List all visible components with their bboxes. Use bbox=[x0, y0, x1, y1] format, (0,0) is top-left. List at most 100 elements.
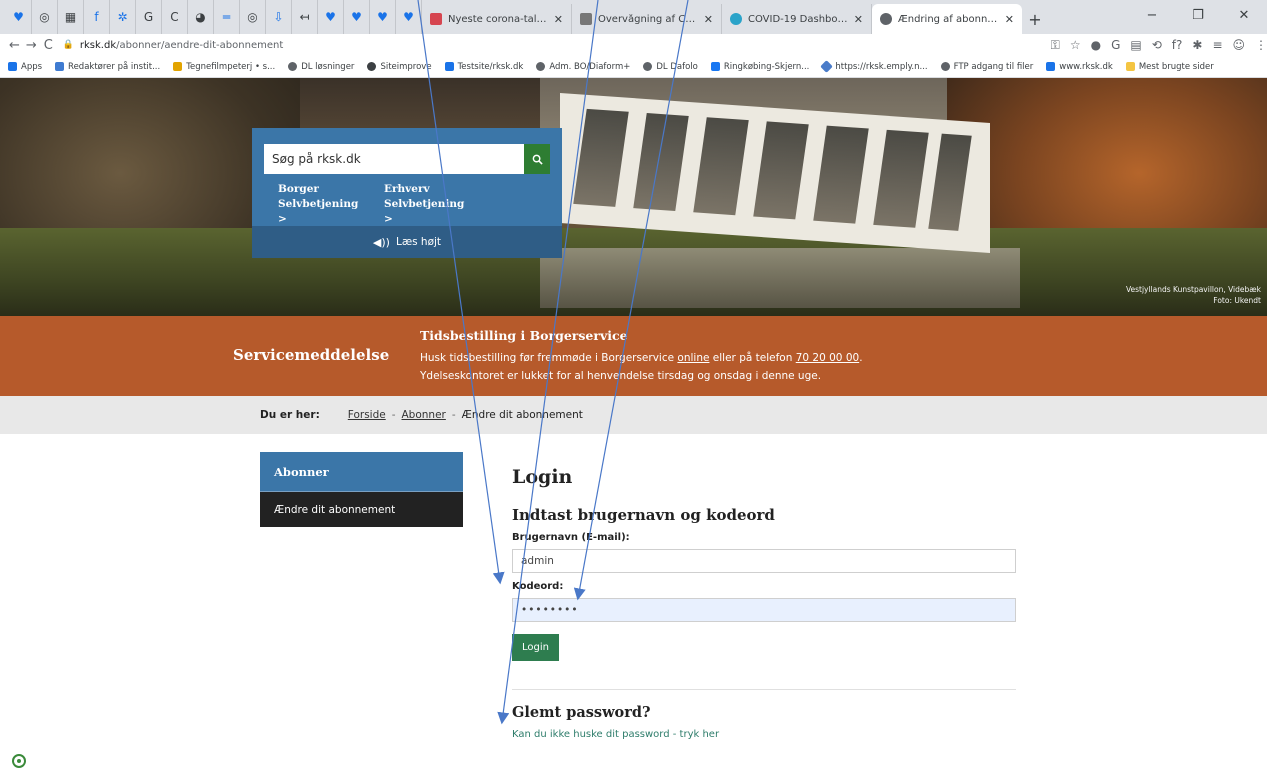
bookmarks-bar: Apps Redaktører på instit... Tegnefilmpe… bbox=[0, 56, 1267, 78]
bookmark-label: https://rksk.emply.n... bbox=[835, 61, 928, 72]
close-tab-icon[interactable]: ✕ bbox=[554, 13, 563, 26]
phone-link[interactable]: 70 20 00 00 bbox=[796, 352, 859, 364]
menu-dots-icon[interactable]: ⋮ bbox=[1255, 38, 1267, 53]
breadcrumb-forside[interactable]: Forside bbox=[348, 409, 386, 421]
bookmark-ftp[interactable]: FTP adgang til filer bbox=[940, 62, 1033, 72]
pinned-tab-facebook-icon[interactable]: f bbox=[84, 0, 110, 34]
bookmark-label: Redaktører på instit... bbox=[68, 61, 161, 72]
extension-arrow-icon[interactable]: ⟲ bbox=[1152, 38, 1162, 53]
close-tab-icon[interactable]: ✕ bbox=[704, 13, 713, 26]
bookmark-mest-brugte[interactable]: Mest brugte sider bbox=[1125, 62, 1214, 72]
extension-icons: ⚿ ☆ ● G ▤ ⟲ f? ✱ ≡ ☺ ⋮ bbox=[1051, 38, 1267, 53]
bookmark-redaktorer[interactable]: Redaktører på instit... bbox=[55, 62, 160, 72]
extension-f-icon[interactable]: f? bbox=[1172, 38, 1183, 53]
pinned-tab-globe2-icon[interactable]: ◎ bbox=[240, 0, 266, 34]
password-field[interactable]: •••••••• bbox=[512, 598, 1016, 622]
folder-icon bbox=[1125, 62, 1135, 71]
extension-doc-icon[interactable]: ▤ bbox=[1130, 38, 1141, 53]
minimize-icon[interactable]: − bbox=[1129, 0, 1175, 30]
pinned-tab-google-icon[interactable]: G bbox=[136, 0, 162, 34]
service-message: Servicemeddelelse Tidsbestilling i Borge… bbox=[0, 316, 1267, 396]
pinned-tab-star-icon[interactable]: ✲ bbox=[110, 0, 136, 34]
text: Husk tidsbestilling før fremmøde i Borge… bbox=[420, 352, 678, 364]
pinned-tab-rksk2-icon[interactable]: ♥ bbox=[318, 0, 344, 34]
search-button[interactable] bbox=[524, 144, 550, 174]
bookmark-dl-losninger[interactable]: DL løsninger bbox=[288, 62, 354, 72]
bookmark-icon bbox=[173, 62, 183, 71]
hero-banner: Vestjyllands Kunstpavillon, Videbæk Foto… bbox=[0, 78, 1267, 316]
forgot-password-link[interactable]: Kan du ikke huske dit password - tryk he… bbox=[512, 729, 1016, 740]
tab-favicon-icon bbox=[730, 13, 742, 25]
bookmark-apps[interactable]: Apps bbox=[8, 62, 42, 72]
tab-covid-monitoring[interactable]: Overvågning af COVID-19 ✕ bbox=[572, 4, 722, 34]
back-icon[interactable]: ← bbox=[6, 38, 23, 53]
breadcrumb-abonner[interactable]: Abonner bbox=[402, 409, 446, 421]
tab-corona-news[interactable]: Nyeste corona-tal: Så mange er : ✕ bbox=[422, 4, 572, 34]
pinned-tab-dash-icon[interactable]: ═ bbox=[214, 0, 240, 34]
pinned-tab-c-icon[interactable]: C bbox=[162, 0, 188, 34]
window-controls: − ❐ ✕ bbox=[1129, 0, 1267, 30]
pinned-tab-rksk4-icon[interactable]: ♥ bbox=[370, 0, 396, 34]
read-aloud-button[interactable]: ◀)) Læs højt bbox=[252, 226, 562, 258]
search-input[interactable] bbox=[264, 144, 524, 174]
tab-favicon-icon bbox=[430, 13, 442, 25]
bookmark-adm-bo[interactable]: Adm. BO/Diaform+ bbox=[536, 62, 630, 72]
bookmark-testsite[interactable]: Testsite/rksk.dk bbox=[444, 61, 524, 72]
login-button[interactable]: Login bbox=[512, 634, 559, 661]
sidebar-item-aendre-abonnement[interactable]: Ændre dit abonnement bbox=[260, 492, 463, 527]
bookmark-label: Apps bbox=[21, 61, 43, 72]
bookmark-emply[interactable]: https://rksk.emply.n... bbox=[820, 60, 928, 73]
service-message-line1: Husk tidsbestilling før fremmøde i Borge… bbox=[420, 352, 863, 364]
tab-rksk-subscription[interactable]: Ændring af abonnement på rksk ✕ bbox=[872, 4, 1022, 34]
pinned-tab-download-icon[interactable]: ⇩ bbox=[266, 0, 292, 34]
quick-link-sub: Selvbetjening > bbox=[278, 198, 359, 225]
key-icon[interactable]: ⚿ bbox=[1051, 38, 1060, 53]
bookmark-siteimprove[interactable]: Siteimprove bbox=[367, 61, 432, 72]
bookmark-label: DL Dafolo bbox=[656, 61, 698, 72]
breadcrumb: Du er her: Forside - Abonner - Ændre dit… bbox=[0, 396, 1267, 434]
tab-title: COVID-19 Dashboard bbox=[748, 13, 850, 25]
tab-favicon-icon bbox=[880, 13, 892, 25]
pinned-tab-calendar-icon[interactable]: ▦ bbox=[58, 0, 84, 34]
extension-dark-icon[interactable]: ● bbox=[1091, 38, 1101, 53]
bookmark-label: Ringkøbing-Skjern... bbox=[723, 61, 810, 72]
erhverv-selvbetjening-link[interactable]: Erhverv Selvbetjening > bbox=[370, 182, 476, 227]
online-link[interactable]: online bbox=[677, 352, 709, 364]
tab-covid-dashboard[interactable]: COVID-19 Dashboard ✕ bbox=[722, 4, 872, 34]
pinned-tab-rksk-icon[interactable]: ♥ bbox=[6, 0, 32, 34]
bookmark-ringkobing[interactable]: Ringkøbing-Skjern... bbox=[710, 61, 810, 72]
lock-icon: 🔒 bbox=[62, 40, 74, 50]
profile-avatar-icon[interactable]: ☺ bbox=[1233, 38, 1246, 53]
extensions-puzzle-icon[interactable]: ✱ bbox=[1192, 38, 1202, 53]
pinned-tab-rksk5-icon[interactable]: ♥ bbox=[396, 0, 422, 34]
address-bar[interactable]: 🔒 rksk.dk/abonner/aendre-dit-abonnement bbox=[63, 36, 1023, 54]
breadcrumb-current: Ændre dit abonnement bbox=[461, 409, 583, 421]
maximize-icon[interactable]: ❐ bbox=[1175, 0, 1221, 30]
close-tab-icon[interactable]: ✕ bbox=[854, 13, 863, 26]
bookmark-label: Testsite/rksk.dk bbox=[457, 61, 524, 72]
extension-g-icon[interactable]: G bbox=[1111, 38, 1120, 53]
bookmark-dl-dafolo[interactable]: DL Dafolo bbox=[643, 62, 698, 72]
username-label: Brugernavn (E-mail): bbox=[512, 532, 630, 543]
browser-tab-strip: ♥ ◎ ▦ f ✲ G C ◕ ═ ◎ ⇩ ↤ ♥ ♥ ♥ ♥ Nyeste c… bbox=[0, 0, 1267, 34]
close-tab-icon[interactable]: ✕ bbox=[1005, 13, 1014, 26]
bookmark-star-icon[interactable]: ☆ bbox=[1070, 38, 1081, 53]
reading-list-icon[interactable]: ≡ bbox=[1212, 38, 1222, 53]
pinned-tab-rksk3-icon[interactable]: ♥ bbox=[344, 0, 370, 34]
bookmark-www-rksk[interactable]: www.rksk.dk bbox=[1046, 62, 1113, 72]
reload-icon[interactable]: C bbox=[40, 38, 57, 53]
pinned-tab-globe-icon[interactable]: ◎ bbox=[32, 0, 58, 34]
forward-icon[interactable]: → bbox=[23, 38, 40, 53]
username-field[interactable]: admin bbox=[512, 549, 1016, 573]
sidebar-heading[interactable]: Abonner bbox=[260, 452, 463, 492]
pinned-tab-chrome-icon[interactable]: ◕ bbox=[188, 0, 214, 34]
bookmark-tegnefilm[interactable]: Tegnefilmpeterj • s... bbox=[173, 62, 275, 72]
hero-water bbox=[540, 248, 1020, 308]
photo-caption: Vestjyllands Kunstpavillon, Videbæk bbox=[1125, 285, 1261, 294]
sidebar: Abonner Ændre dit abonnement bbox=[260, 452, 463, 527]
close-window-icon[interactable]: ✕ bbox=[1221, 0, 1267, 30]
pinned-tab-back-icon[interactable]: ↤ bbox=[292, 0, 318, 34]
borger-selvbetjening-link[interactable]: Borger Selvbetjening > bbox=[264, 182, 370, 227]
new-tab-button[interactable]: + bbox=[1022, 4, 1048, 34]
bookmark-label: Siteimprove bbox=[380, 61, 432, 72]
